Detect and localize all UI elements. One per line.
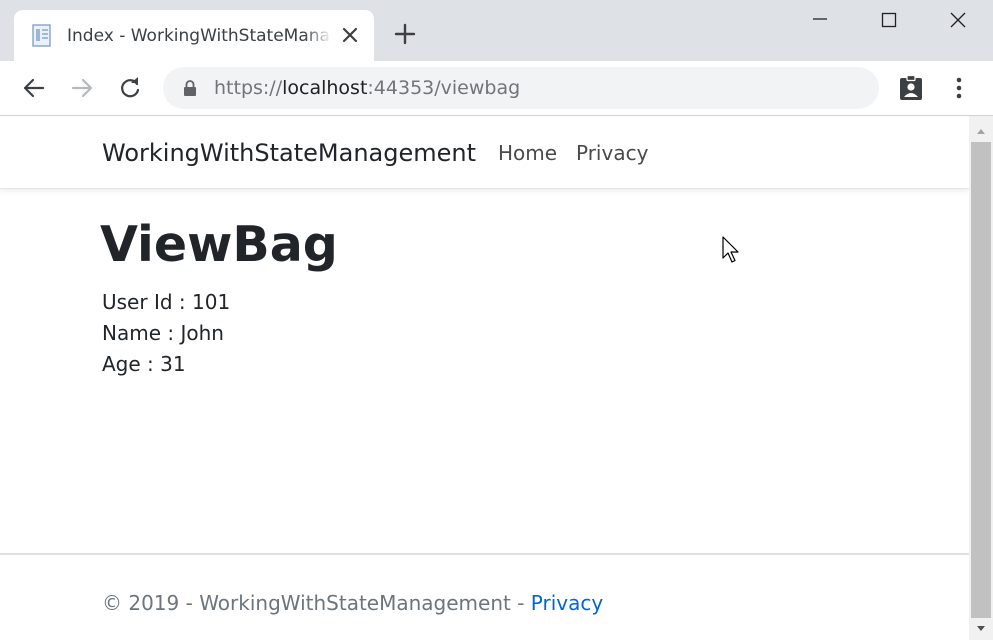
scroll-down-arrow-icon[interactable] (969, 618, 993, 640)
footer-divider (0, 553, 969, 555)
url-scheme: https:// (214, 77, 283, 99)
url-text[interactable]: https://localhost:44353/viewbag (214, 76, 520, 100)
url-path: :44353/viewbag (367, 77, 521, 99)
nav-link-home[interactable]: Home (498, 140, 557, 166)
vertical-scrollbar[interactable] (969, 116, 993, 640)
plus-icon[interactable] (392, 21, 418, 47)
window-close-icon[interactable] (925, 0, 991, 40)
tab-strip: Index - WorkingWithStateManagement (0, 0, 993, 61)
profile-icon[interactable] (897, 74, 925, 102)
close-icon[interactable] (340, 25, 360, 45)
footer-copyright: © 2019 - WorkingWithStateManagement - (102, 591, 531, 615)
page-title: ViewBag (100, 216, 338, 273)
site-navbar: WorkingWithStateManagement Home Privacy (0, 116, 969, 189)
url-host: localhost (282, 77, 368, 99)
address-bar[interactable]: https://localhost:44353/viewbag (163, 67, 879, 109)
scroll-up-arrow-icon[interactable] (969, 120, 993, 142)
age-text: Age : 31 (102, 352, 186, 376)
mouse-cursor-icon (722, 236, 742, 266)
footer: © 2019 - WorkingWithStateManagement - Pr… (102, 590, 603, 616)
more-vert-icon[interactable] (945, 74, 973, 102)
lock-icon[interactable] (183, 80, 197, 96)
minimize-icon[interactable] (787, 0, 853, 40)
browser-toolbar: https://localhost:44353/viewbag (0, 61, 993, 116)
document-icon (32, 24, 54, 48)
tab-title-fade (304, 22, 332, 50)
reload-icon[interactable] (116, 74, 144, 102)
footer-privacy-link[interactable]: Privacy (531, 591, 603, 615)
user-id-text: User Id : 101 (102, 290, 231, 314)
browser-tab[interactable]: Index - WorkingWithStateManagement (14, 10, 374, 61)
scrollbar-thumb[interactable] (971, 142, 991, 618)
navbar-brand[interactable]: WorkingWithStateManagement (102, 138, 476, 168)
nav-link-privacy[interactable]: Privacy (576, 140, 648, 166)
name-text: Name : John (102, 321, 224, 345)
maximize-icon[interactable] (856, 0, 922, 40)
forward-arrow-icon[interactable] (68, 74, 96, 102)
page-viewport: WorkingWithStateManagement Home Privacy … (0, 116, 969, 640)
back-arrow-icon[interactable] (20, 74, 48, 102)
tab-title: Index - WorkingWithStateManagement (67, 26, 329, 46)
